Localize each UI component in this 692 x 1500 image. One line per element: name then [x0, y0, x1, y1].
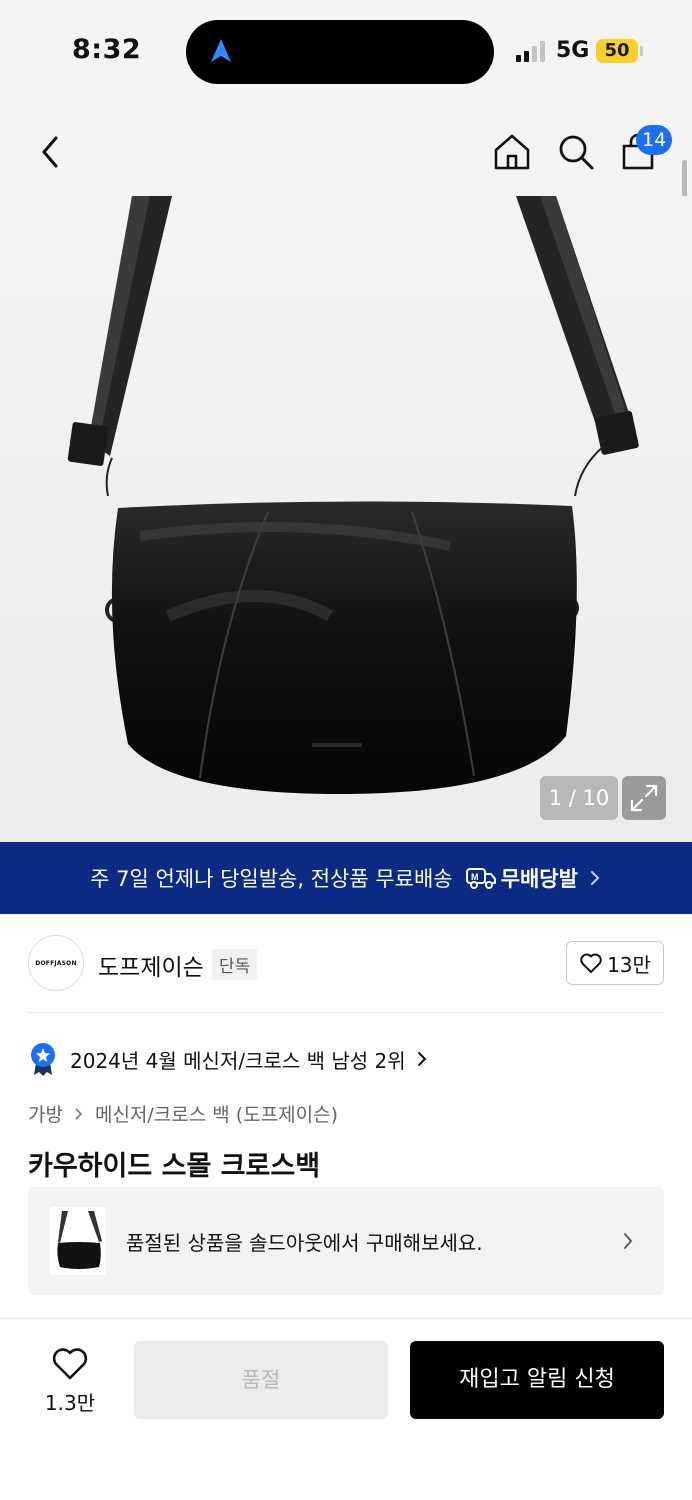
- restock-alert-button[interactable]: 재입고 알림 신청: [410, 1341, 664, 1419]
- wishlist-count: 1.3만: [44, 1391, 96, 1415]
- brand-like-button[interactable]: 13만: [566, 941, 664, 985]
- product-title: 카우하이드 스몰 크로스백: [28, 1151, 321, 1182]
- chevron-right-icon: [624, 1233, 633, 1249]
- chevron-right-icon: [590, 871, 600, 885]
- delivery-brand-label: 무배당발: [500, 867, 578, 891]
- exclusive-tag: 단독: [212, 949, 258, 980]
- delivery-banner[interactable]: 주 7일 언제나 당일발송, 전상품 무료배송 M 무배당발: [0, 842, 692, 914]
- expand-icon[interactable]: [622, 776, 666, 820]
- heart-outline-icon: [580, 953, 602, 973]
- divider: [28, 1012, 664, 1013]
- ranking-link[interactable]: 2024년 4월 메신저/크로스 백 남성 2위: [28, 1040, 428, 1078]
- bag-illustration: [67, 196, 639, 794]
- navigation-arrow-icon: [211, 39, 231, 62]
- cart-count-badge: 14: [636, 125, 673, 155]
- heart-outline-icon: [52, 1348, 88, 1380]
- network-type: 5G: [556, 38, 590, 63]
- status-bar: 8:32 5G 50: [0, 0, 692, 110]
- chevron-right-icon: [417, 1052, 427, 1066]
- breadcrumb: 가방 메신저/크로스 백 (도프제이슨): [28, 1100, 338, 1127]
- product-thumbnail: [50, 1207, 106, 1275]
- brand-row: DOFFJASON 도프제이슨 단독 13만: [0, 914, 692, 1014]
- brand-name[interactable]: 도프제이슨: [98, 948, 204, 982]
- battery-icon: 50: [596, 39, 638, 63]
- ranking-text: 2024년 4월 메신저/크로스 백 남성 2위: [70, 1048, 406, 1073]
- search-icon[interactable]: [554, 130, 598, 174]
- wishlist-button[interactable]: 1.3만: [30, 1343, 110, 1419]
- breadcrumb-subcategory[interactable]: 메신저/크로스 백 (도프제이슨): [95, 1100, 338, 1127]
- top-nav: [0, 110, 692, 196]
- soldout-card-text: 품절된 상품을 솔드아웃에서 구매해보세요.: [126, 1231, 483, 1255]
- breadcrumb-category[interactable]: 가방: [28, 1100, 63, 1127]
- chevron-right-icon: [75, 1107, 83, 1120]
- ranking-medal-icon: [31, 1043, 55, 1076]
- bottom-action-bar: 1.3만 품절 재입고 알림 신청: [0, 1318, 692, 1500]
- delivery-banner-text: 주 7일 언제나 당일발송, 전상품 무료배송: [90, 867, 453, 891]
- soldout-button: 품절: [134, 1341, 388, 1419]
- delivery-truck-icon: M: [465, 868, 496, 889]
- image-counter: 1 / 10: [540, 776, 618, 820]
- status-time: 8:32: [72, 34, 142, 65]
- soldout-marketplace-card[interactable]: 품절된 상품을 솔드아웃에서 구매해보세요.: [28, 1187, 664, 1295]
- brand-logo[interactable]: DOFFJASON: [28, 935, 84, 991]
- home-icon[interactable]: [490, 130, 534, 174]
- svg-text:M: M: [471, 872, 479, 882]
- cellular-signal-icon: [516, 41, 545, 62]
- dynamic-island: [186, 20, 494, 84]
- back-arrow-icon[interactable]: [28, 130, 72, 174]
- product-image[interactable]: [0, 196, 692, 842]
- brand-like-count: 13만: [607, 952, 651, 977]
- battery-tip: [640, 46, 643, 56]
